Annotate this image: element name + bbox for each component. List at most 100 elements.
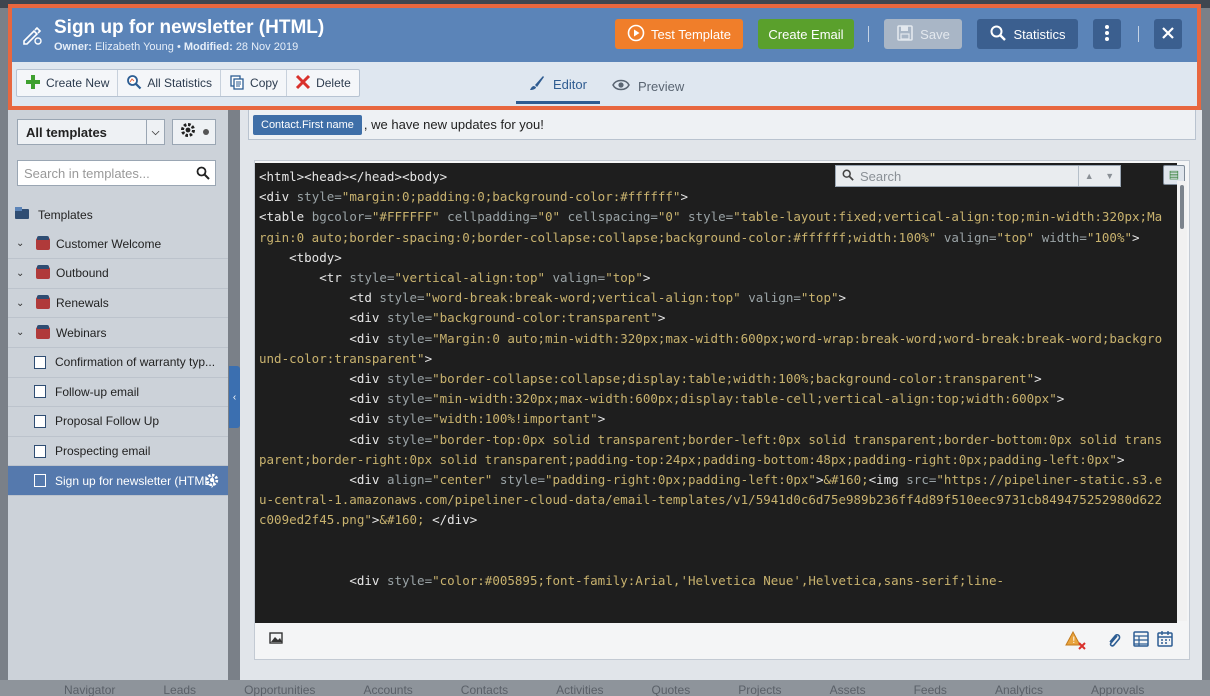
search-icon xyxy=(842,169,854,184)
gear-icon[interactable] xyxy=(204,472,220,491)
test-template-button[interactable]: Test Template xyxy=(615,19,743,49)
separator xyxy=(868,26,869,42)
svg-text:!: ! xyxy=(1072,636,1076,646)
html-document-icon xyxy=(34,474,46,488)
table-icon[interactable] xyxy=(1133,631,1149,652)
folder-icon xyxy=(36,324,50,339)
sidebar-folder-outbound[interactable]: ⌄ Outbound xyxy=(8,259,228,289)
template-title-bar: Sign up for newsletter (HTML) Owner: Eli… xyxy=(12,8,1197,62)
small-dot-icon xyxy=(203,129,209,135)
code-line: <div style="border-top:0px solid transpa… xyxy=(259,431,1163,467)
code-line: <div style="color:#005895;font-family:Ar… xyxy=(349,573,1005,589)
modified-date: 28 Nov 2019 xyxy=(235,41,299,53)
brush-icon xyxy=(529,75,545,94)
image-icon[interactable] xyxy=(269,631,283,649)
sidebar-folder-customer-welcome[interactable]: ⌄ Customer Welcome xyxy=(8,230,228,260)
sidebar-folder-webinars[interactable]: ⌄ Webinars xyxy=(8,318,228,348)
document-icon xyxy=(34,385,46,399)
template-tree: Templates ⌄ Customer Welcome ⌄ Outbound … xyxy=(8,200,228,496)
search-icon xyxy=(989,24,1007,45)
subject-text: , we have new updates for you! xyxy=(363,117,544,132)
chevron-up-icon[interactable]: ▲ xyxy=(1085,171,1094,181)
code-scrollbar[interactable] xyxy=(1177,181,1187,621)
action-button-group: Create New All Statistics Copy Delete xyxy=(16,69,360,97)
paperclip-icon[interactable] xyxy=(1107,631,1121,654)
tab-preview[interactable]: Preview xyxy=(612,68,692,104)
code-line: <div style="background-color:transparent… xyxy=(349,310,666,326)
copy-icon xyxy=(229,74,245,93)
code-line: <div style="border-collapse:collapse;dis… xyxy=(349,371,1042,387)
all-statistics-button[interactable]: All Statistics xyxy=(118,70,222,96)
delete-button[interactable]: Delete xyxy=(287,70,359,96)
folder-icon xyxy=(36,235,50,250)
owner-modified-line: Owner: Elizabeth Young • Modified: 28 No… xyxy=(54,41,299,53)
html-editor: <html><head></head><body> <div style="ma… xyxy=(254,160,1190,660)
chevron-down-icon: ⌄ xyxy=(16,327,25,339)
tab-editor[interactable]: Editor xyxy=(516,68,600,104)
editor-footer: ! xyxy=(255,625,1189,659)
calendar-icon[interactable] xyxy=(1157,631,1173,652)
code-line: <div align="center" style="padding-right… xyxy=(259,472,1163,528)
template-search-input[interactable]: Search in templates... xyxy=(17,160,216,186)
code-line: <div style="width:100%!important"> xyxy=(349,411,606,427)
create-email-button[interactable]: Create Email xyxy=(758,19,854,49)
search-icon xyxy=(196,166,210,183)
merge-field-chip[interactable]: Contact.First name xyxy=(253,114,362,135)
save-button[interactable]: Save xyxy=(884,19,962,49)
code-line: <div style="margin:0;padding:0;backgroun… xyxy=(259,189,688,205)
chevron-down-icon: ⌄ xyxy=(16,238,25,250)
code-search-input[interactable]: Search ▲ ▼ xyxy=(835,165,1121,187)
sidebar-item-confirmation-warranty[interactable]: Confirmation of warranty typ... xyxy=(8,348,228,378)
code-line: <tbody> xyxy=(289,249,342,265)
background-app-strip xyxy=(0,0,1210,8)
email-subject-line[interactable]: Contact.First name , we have new updates… xyxy=(248,110,1196,140)
floppy-icon xyxy=(896,24,914,45)
template-filter-dropdown[interactable]: All templates ⌵ xyxy=(17,119,165,145)
warning-triangle-icon[interactable]: ! xyxy=(1065,630,1089,656)
copy-button[interactable]: Copy xyxy=(221,70,288,96)
chevron-down-icon: ⌄ xyxy=(16,267,25,279)
background-nav-strip: Navigator Leads Opportunities Accounts C… xyxy=(0,680,1210,696)
owner-name: Elizabeth Young xyxy=(94,41,174,53)
create-new-button[interactable]: Create New xyxy=(17,70,119,96)
search-nav-arrows: ▲ ▼ xyxy=(1078,166,1120,186)
statistics-button[interactable]: Statistics xyxy=(977,19,1078,49)
action-toolbar: Create New All Statistics Copy Delete Ed… xyxy=(12,62,1197,106)
collapse-sidebar-handle[interactable]: ‹ xyxy=(229,366,240,428)
edit-template-icon xyxy=(12,8,52,62)
visual-template-icon xyxy=(34,414,46,428)
sidebar-folder-renewals[interactable]: ⌄ Renewals xyxy=(8,289,228,319)
more-options-button[interactable] xyxy=(1093,19,1121,49)
code-line: <td style="word-break:break-word;vertica… xyxy=(349,290,847,306)
scrollbar-thumb[interactable] xyxy=(1180,185,1184,229)
vertical-dots-icon xyxy=(1104,24,1110,45)
code-editor-area[interactable]: <html><head></head><body> <div style="ma… xyxy=(255,163,1177,623)
chevron-down-icon: ⌵ xyxy=(146,120,164,144)
add-field-icon: ▤ xyxy=(1168,169,1180,181)
close-icon xyxy=(1161,26,1175,43)
sidebar-item-follow-up-email[interactable]: Follow-up email xyxy=(8,378,228,408)
play-icon xyxy=(627,24,645,45)
close-button[interactable] xyxy=(1154,19,1182,49)
document-icon xyxy=(34,355,46,369)
eye-icon xyxy=(612,78,630,95)
templates-sidebar: All templates ⌵ Search in templates... T… xyxy=(8,110,228,680)
plus-icon xyxy=(25,74,41,93)
page-title: Sign up for newsletter (HTML) xyxy=(54,17,325,38)
chevron-down-icon[interactable]: ▼ xyxy=(1105,171,1114,181)
sidebar-item-sign-up-newsletter[interactable]: Sign up for newsletter (HTML) xyxy=(8,466,228,496)
sidebar-item-prospecting-email[interactable]: Prospecting email xyxy=(8,437,228,467)
chevron-down-icon: ⌄ xyxy=(16,297,25,309)
sidebar-settings-button[interactable] xyxy=(172,119,216,145)
sidebar-item-proposal-follow-up[interactable]: Proposal Follow Up xyxy=(8,407,228,437)
editor-panel: Contact.First name , we have new updates… xyxy=(240,110,1202,680)
magnifier-icon xyxy=(126,74,142,93)
code-line: <table bgcolor="#FFFFFF" cellpadding="0"… xyxy=(259,209,1163,245)
chevron-left-icon: ‹ xyxy=(232,391,237,403)
tree-root-templates[interactable]: Templates xyxy=(8,200,228,230)
document-icon xyxy=(34,444,46,458)
code-line: <tr style="vertical-align:top" valign="t… xyxy=(319,270,651,286)
red-x-icon xyxy=(295,74,311,93)
